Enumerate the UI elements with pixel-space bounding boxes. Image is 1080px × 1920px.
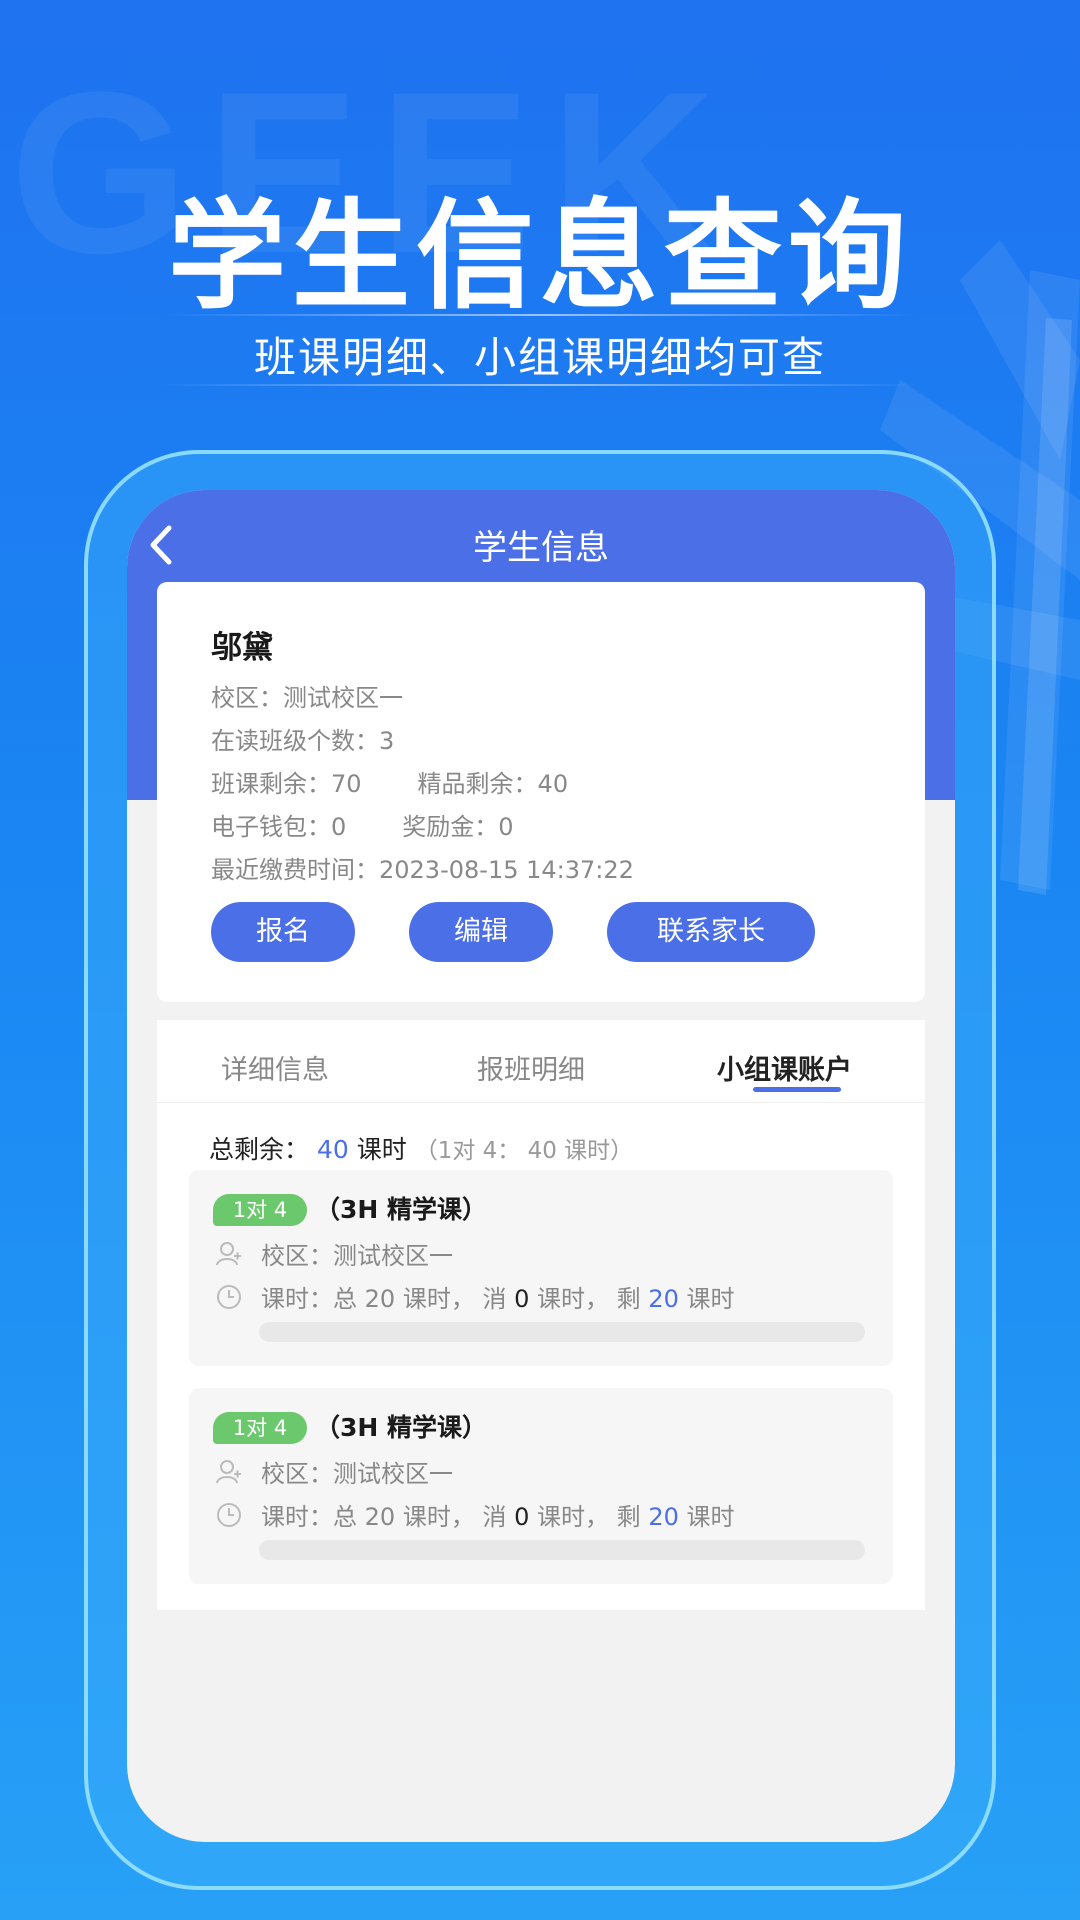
tab-group-course-account[interactable]: 小组课账户 bbox=[717, 1048, 852, 1087]
course-card[interactable]: 1对 4 （3H 精学课） 校区：测试校区一 课时：总 20 课时， 消 0 课… bbox=[189, 1170, 893, 1366]
enroll-button[interactable]: 报名 bbox=[211, 902, 355, 962]
active-tab-indicator bbox=[753, 1087, 841, 1092]
page-title: 学生信息 bbox=[473, 528, 609, 568]
course-title: （3H 精学课） bbox=[315, 1413, 488, 1442]
course-title: （3H 精学课） bbox=[315, 1195, 488, 1224]
info-campus: 校区：测试校区一 bbox=[211, 684, 403, 712]
course-progress-bar bbox=[259, 1540, 865, 1560]
promo-subline-block: 班课明细、小组课明细均可查 bbox=[160, 314, 920, 386]
info-wallet: 电子钱包：0 奖励金：0 bbox=[211, 813, 514, 841]
student-name: 邬黛 bbox=[211, 630, 273, 666]
subline-top-rule bbox=[160, 314, 920, 316]
tabs-panel: 详细信息 报班明细 小组课账户 总剩余： 40 课时 （1对 4： 40 课时）… bbox=[157, 1020, 925, 1610]
contact-parent-button[interactable]: 联系家长 bbox=[607, 902, 815, 962]
course-hours-row: 课时：总 20 课时， 消 0 课时， 剩 20 课时 bbox=[215, 1497, 735, 1532]
course-campus-row: 校区：测试校区一 bbox=[215, 1236, 453, 1271]
student-info-card: 邬黛 校区：测试校区一 在读班级个数：3 班课剩余：70 精品剩余：40 电子钱包… bbox=[157, 582, 925, 1002]
edit-button[interactable]: 编辑 bbox=[409, 902, 553, 962]
course-campus-row: 校区：测试校区一 bbox=[215, 1454, 453, 1489]
subline-bottom-rule bbox=[160, 384, 920, 386]
course-progress-bar bbox=[259, 1322, 865, 1342]
promo-subline: 班课明细、小组课明细均可查 bbox=[253, 333, 826, 382]
clock-icon bbox=[217, 1503, 241, 1527]
course-type-badge: 1对 4 bbox=[213, 1194, 307, 1226]
course-type-badge: 1对 4 bbox=[213, 1412, 307, 1444]
tab-divider bbox=[157, 1102, 925, 1103]
phone-screen: 学生信息 邬黛 校区：测试校区一 在读班级个数：3 班课剩余：70 精品剩余：40… bbox=[127, 490, 955, 1842]
tab-details[interactable]: 详细信息 bbox=[221, 1048, 329, 1087]
course-hours-row: 课时：总 20 课时， 消 0 课时， 剩 20 课时 bbox=[215, 1279, 735, 1314]
info-remaining: 班课剩余：70 精品剩余：40 bbox=[211, 770, 569, 798]
tab-enrollment-details[interactable]: 报班明细 bbox=[477, 1048, 585, 1087]
info-last-payment: 最近缴费时间：2023-08-15 14:37:22 bbox=[211, 856, 634, 884]
promo-headline: 学生信息查询 bbox=[167, 187, 912, 325]
user-icon bbox=[216, 1242, 241, 1266]
total-remaining: 总剩余： 40 课时 （1对 4： 40 课时） bbox=[209, 1135, 634, 1164]
user-icon bbox=[216, 1460, 241, 1484]
info-classes: 在读班级个数：3 bbox=[211, 727, 395, 755]
clock-icon bbox=[217, 1285, 241, 1309]
course-card[interactable]: 1对 4 （3H 精学课） 校区：测试校区一 课时：总 20 课时， 消 0 课… bbox=[189, 1388, 893, 1584]
